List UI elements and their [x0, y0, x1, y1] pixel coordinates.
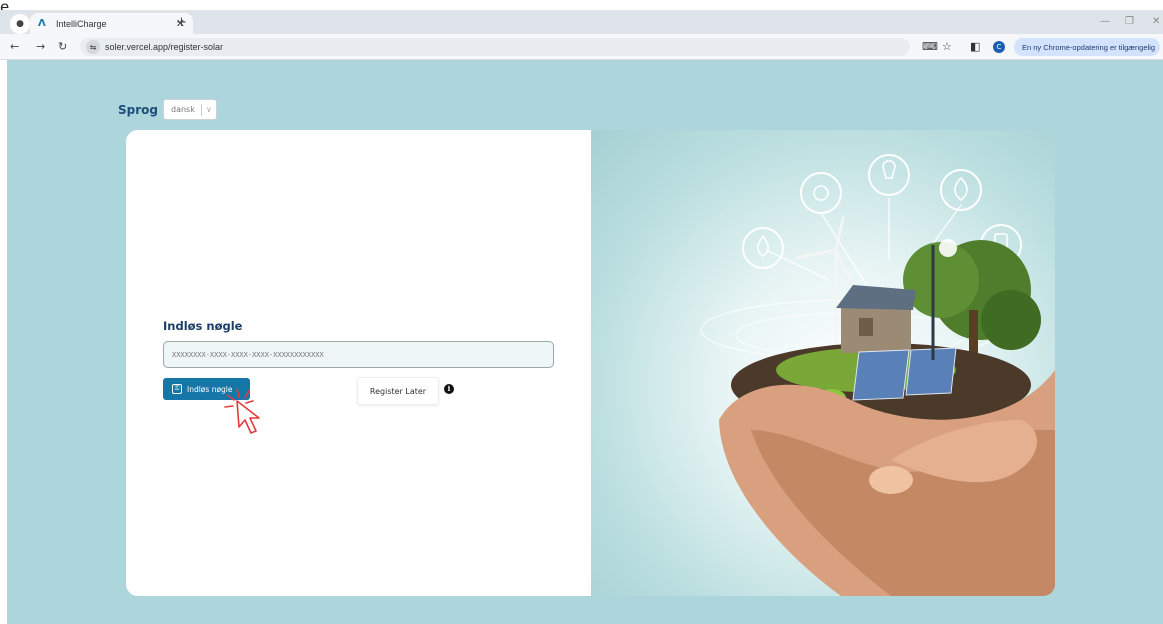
browser-tab[interactable]: Λ IntelliCharge ✕ — [30, 13, 193, 34]
window-close-icon[interactable]: ✕ — [1152, 16, 1160, 27]
translate-icon[interactable]: ⌨ — [922, 40, 938, 53]
browser-toolbar: ← → ↻ ⇋ soler.vercel.app/register-solar … — [0, 34, 1163, 60]
language-value: dansk — [170, 105, 195, 114]
form-title: Indløs nøgle — [163, 319, 243, 333]
minimize-icon[interactable]: — — [1100, 16, 1110, 27]
page-background: Sprog dansk ∨ Indløs nøgle ⚿ Indløs nøgl… — [7, 60, 1163, 624]
language-label: Sprog — [118, 102, 158, 117]
language-selector: Sprog dansk ∨ — [118, 99, 217, 120]
site-info-icon[interactable]: ⇋ — [86, 40, 100, 54]
key-input[interactable] — [163, 341, 554, 368]
tab-title: IntelliCharge — [56, 18, 107, 29]
address-bar[interactable]: ⇋ soler.vercel.app/register-solar — [80, 38, 910, 56]
form-panel: Indløs nøgle ⚿ Indløs nøgle Register Lat… — [126, 130, 591, 596]
url-text: soler.vercel.app/register-solar — [105, 42, 224, 52]
star-icon[interactable]: ☆ — [942, 40, 952, 53]
water-drop-icon — [742, 227, 784, 269]
tab-strip: ● Λ IntelliCharge ✕ + — ❐ ✕ — [0, 10, 1163, 34]
forward-icon[interactable]: → — [36, 40, 45, 53]
plus-icon[interactable]: + — [176, 15, 187, 30]
leaf-icon — [940, 169, 982, 211]
hero-illustration — [591, 130, 1055, 596]
chevron-down-icon: ∨ — [205, 105, 212, 114]
tab-search-icon[interactable]: ● — [10, 14, 30, 34]
eco-hands-illustration — [700, 154, 1055, 596]
back-icon[interactable]: ← — [10, 40, 19, 53]
chrome-update-button[interactable]: En ny Chrome-opdatering er tilgængelig — [1014, 38, 1160, 56]
register-card: Indløs nøgle ⚿ Indløs nøgle Register Lat… — [126, 130, 1055, 596]
sun-icon — [800, 172, 842, 214]
reload-icon[interactable]: ↻ — [58, 40, 67, 53]
cursor-click-icon — [224, 388, 260, 434]
dropdown-separator — [200, 103, 202, 116]
restore-icon[interactable]: ❐ — [1125, 16, 1134, 27]
key-icon: ⚿ — [172, 384, 182, 394]
sidepanel-icon[interactable]: ◧ — [970, 40, 980, 53]
register-later-button[interactable]: Register Later — [357, 377, 439, 405]
profile-avatar[interactable]: C — [993, 41, 1005, 53]
language-dropdown[interactable]: dansk ∨ — [162, 99, 217, 120]
info-icon[interactable]: i — [444, 384, 454, 394]
app-logo-icon: Λ — [38, 17, 46, 29]
